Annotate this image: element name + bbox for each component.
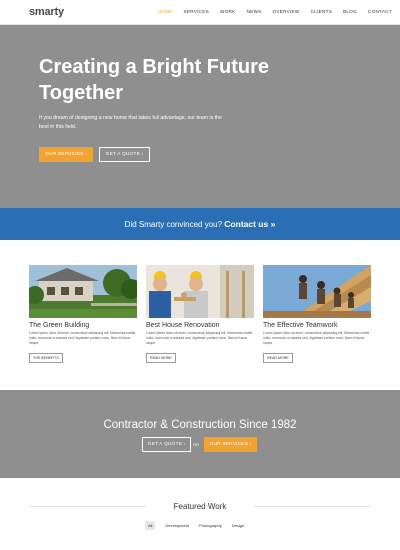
nav-item-work[interactable]: WORK	[220, 9, 236, 14]
logo[interactable]: smarty	[29, 6, 64, 18]
filter-photography[interactable]: Photography	[199, 523, 222, 528]
cta-text: Did Smarty convinced you?	[124, 220, 223, 229]
filter-all[interactable]: All	[145, 521, 156, 530]
main-menu: HOME SERVICES WORK NEWS OVERVIEW CLIENTS…	[146, 9, 392, 14]
service-title: Best House Renovation	[146, 322, 220, 329]
nav-item-contact[interactable]: CONTACT	[368, 9, 392, 14]
hero-subtitle: If you dream of designing a new home tha…	[39, 115, 222, 130]
hero-title: Creating a Bright Future Together	[39, 56, 270, 104]
our-services-button[interactable]: OUR SERVICES ›	[204, 437, 257, 452]
contractor-section: Contractor & Construction Since 1982 GET…	[0, 390, 400, 478]
the-benefits-button[interactable]: THE BENEFITS	[29, 353, 63, 363]
nav-item-clients[interactable]: CLIENTS	[311, 9, 333, 14]
nav-item-blog[interactable]: BLOG	[343, 9, 357, 14]
service-text: Lorem ipsum dolor sit amet, consectetur …	[263, 331, 370, 345]
filter-development[interactable]: Development	[165, 523, 189, 528]
cta-bar: Did Smarty convinced you? Contact us »	[0, 208, 400, 240]
nav-item-news[interactable]: NEWS	[247, 9, 262, 14]
service-card: The Green Building Lorem ipsum dolor sit…	[29, 265, 137, 364]
service-text: Lorem ipsum dolor sit amet, consectetur …	[146, 331, 253, 345]
featured-work-title: Featured Work	[173, 502, 227, 511]
green-building-image	[29, 265, 137, 318]
nav-item-services[interactable]: SERVICES	[183, 9, 209, 14]
or-text: OR	[193, 442, 199, 447]
service-text: Lorem ipsum dolor sit amet, consectetur …	[29, 331, 136, 345]
teamwork-image	[263, 265, 371, 318]
get-quote-button[interactable]: GET A QUOTE ›	[142, 437, 191, 452]
contact-us-link[interactable]: Contact us »	[224, 219, 275, 229]
read-more-button[interactable]: READ MORE	[146, 353, 176, 363]
read-more-button[interactable]: READ MORE	[263, 353, 293, 363]
hero-section: Creating a Bright Future Together If you…	[0, 25, 400, 208]
our-services-button[interactable]: OUR SERVICES ›	[39, 147, 93, 162]
nav-item-overview[interactable]: OVERVIEW	[272, 9, 299, 14]
service-card: The Effective Teamwork Lorem ipsum dolor…	[263, 265, 371, 364]
contractor-title: Contractor & Construction Since 1982	[103, 419, 297, 431]
service-card: Best House Renovation Lorem ipsum dolor …	[146, 265, 254, 364]
service-title: The Green Building	[29, 322, 90, 329]
nav-item-home[interactable]: HOME	[157, 9, 172, 14]
service-title: The Effective Teamwork	[263, 322, 338, 329]
house-renovation-image	[146, 265, 254, 318]
top-navbar: smarty HOME SERVICES WORK NEWS OVERVIEW …	[0, 0, 400, 25]
work-filters: All Development Photography Design	[145, 521, 254, 530]
get-quote-button[interactable]: GET A QUOTE ›	[99, 147, 150, 162]
filter-design[interactable]: Design	[232, 523, 244, 528]
